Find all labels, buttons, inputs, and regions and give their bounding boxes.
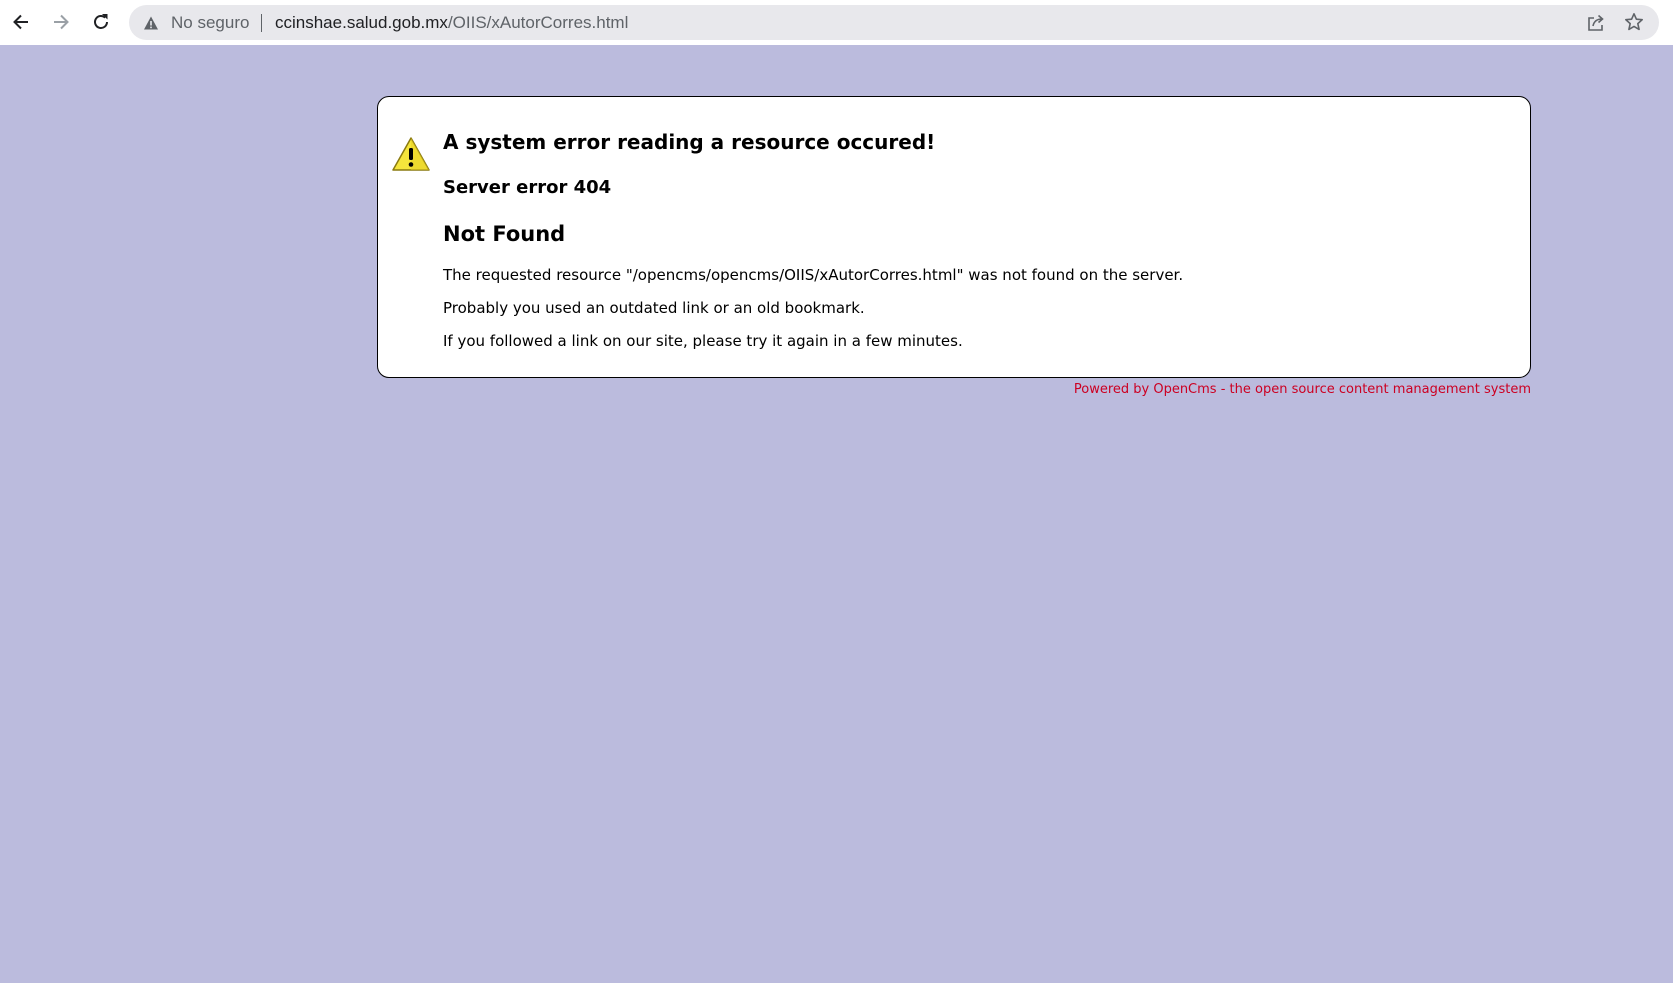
error-panel: A system error reading a resource occure… [377, 96, 1531, 378]
powered-by-footer: Powered by OpenCms - the open source con… [1073, 382, 1531, 397]
arrow-right-icon [54, 14, 69, 30]
browser-toolbar: No seguro ccinshae.salud.gob.mx/OIIS/xAu… [0, 0, 1673, 45]
reload-icon [94, 14, 108, 29]
address-bar[interactable]: No seguro ccinshae.salud.gob.mx/OIIS/xAu… [129, 5, 1659, 40]
back-button[interactable] [5, 6, 37, 38]
error-detail-resource: The requested resource "/opencms/opencms… [443, 266, 1184, 284]
warning-icon [392, 137, 430, 171]
url-host: ccinshae.salud.gob.mx [275, 13, 448, 32]
error-detail-retry: If you followed a link on our site, plea… [443, 332, 963, 350]
url-text[interactable]: ccinshae.salud.gob.mx/OIIS/xAutorCorres.… [275, 13, 628, 33]
security-status-label[interactable]: No seguro [171, 13, 249, 33]
arrow-left-icon [13, 14, 28, 30]
error-detail-bookmark: Probably you used an outdated link or an… [443, 299, 865, 317]
error-reason: Not Found [443, 222, 566, 246]
reload-button[interactable] [85, 6, 117, 38]
share-icon[interactable] [1586, 13, 1606, 33]
bookmark-star-icon[interactable] [1624, 12, 1644, 32]
error-code: Server error 404 [443, 177, 612, 198]
omnibox-divider [261, 11, 263, 33]
warning-icon[interactable] [143, 15, 159, 31]
error-title: A system error reading a resource occure… [443, 130, 936, 154]
forward-button[interactable] [45, 6, 77, 38]
url-path: /OIIS/xAutorCorres.html [447, 13, 629, 32]
